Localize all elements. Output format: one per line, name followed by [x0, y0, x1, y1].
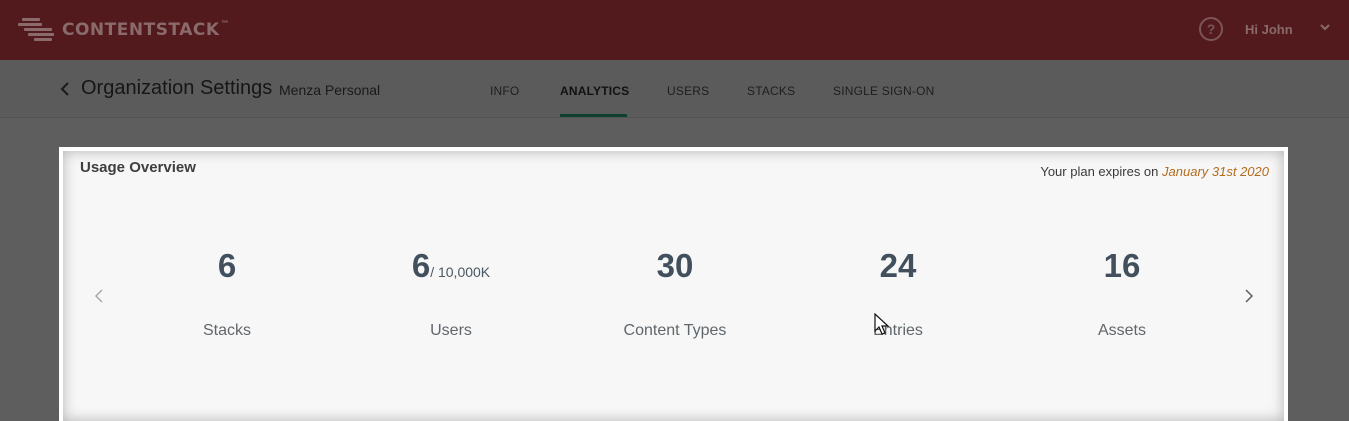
chevron-down-icon[interactable] — [1320, 22, 1330, 32]
tab-info[interactable]: INFO — [490, 84, 519, 98]
chevron-right-icon[interactable] — [1243, 287, 1255, 305]
logo-text: CONTENTSTACK™ — [62, 20, 231, 40]
contentstack-logo[interactable]: CONTENTSTACK™ — [18, 14, 230, 46]
logo-icon — [18, 14, 56, 46]
user-greeting[interactable]: Hi John — [1245, 22, 1293, 37]
tab-stacks[interactable]: STACKS — [747, 84, 795, 98]
tab-single-sign-on[interactable]: SINGLE SIGN-ON — [833, 84, 934, 98]
entries-count: 24 — [879, 247, 917, 284]
tab-analytics[interactable]: ANALYTICS — [560, 84, 629, 98]
assets-label: Assets — [1097, 322, 1146, 339]
users-limit: / 10,000K — [430, 264, 491, 280]
users-count: 6/ 10,000K — [411, 247, 491, 284]
users-label: Users — [430, 322, 472, 339]
assets-count: 16 — [1103, 247, 1141, 284]
tab-users[interactable]: USERS — [667, 84, 709, 98]
entries-label: Entries — [873, 322, 923, 339]
content-types-count: 30 — [656, 247, 694, 284]
content-types-label: Content Types — [623, 322, 727, 339]
stacks-label: Stacks — [202, 322, 251, 339]
help-icon[interactable]: ? — [1199, 17, 1223, 41]
plan-expiry: Your plan expires on January 31st 2020 — [1040, 164, 1269, 179]
chevron-left-icon[interactable] — [93, 287, 105, 305]
organization-name: Menza Personal — [279, 82, 381, 98]
page-title: Organization Settings — [81, 77, 273, 99]
usage-overview-panel — [63, 151, 1284, 421]
usage-overview-title: Usage Overview — [80, 159, 196, 176]
plan-expiry-date: January 31st 2020 — [1162, 164, 1269, 179]
active-tab-indicator — [560, 114, 627, 117]
mouse-cursor-icon — [874, 313, 890, 335]
stacks-count: 6 — [217, 247, 237, 284]
back-arrow-icon[interactable] — [58, 80, 72, 98]
